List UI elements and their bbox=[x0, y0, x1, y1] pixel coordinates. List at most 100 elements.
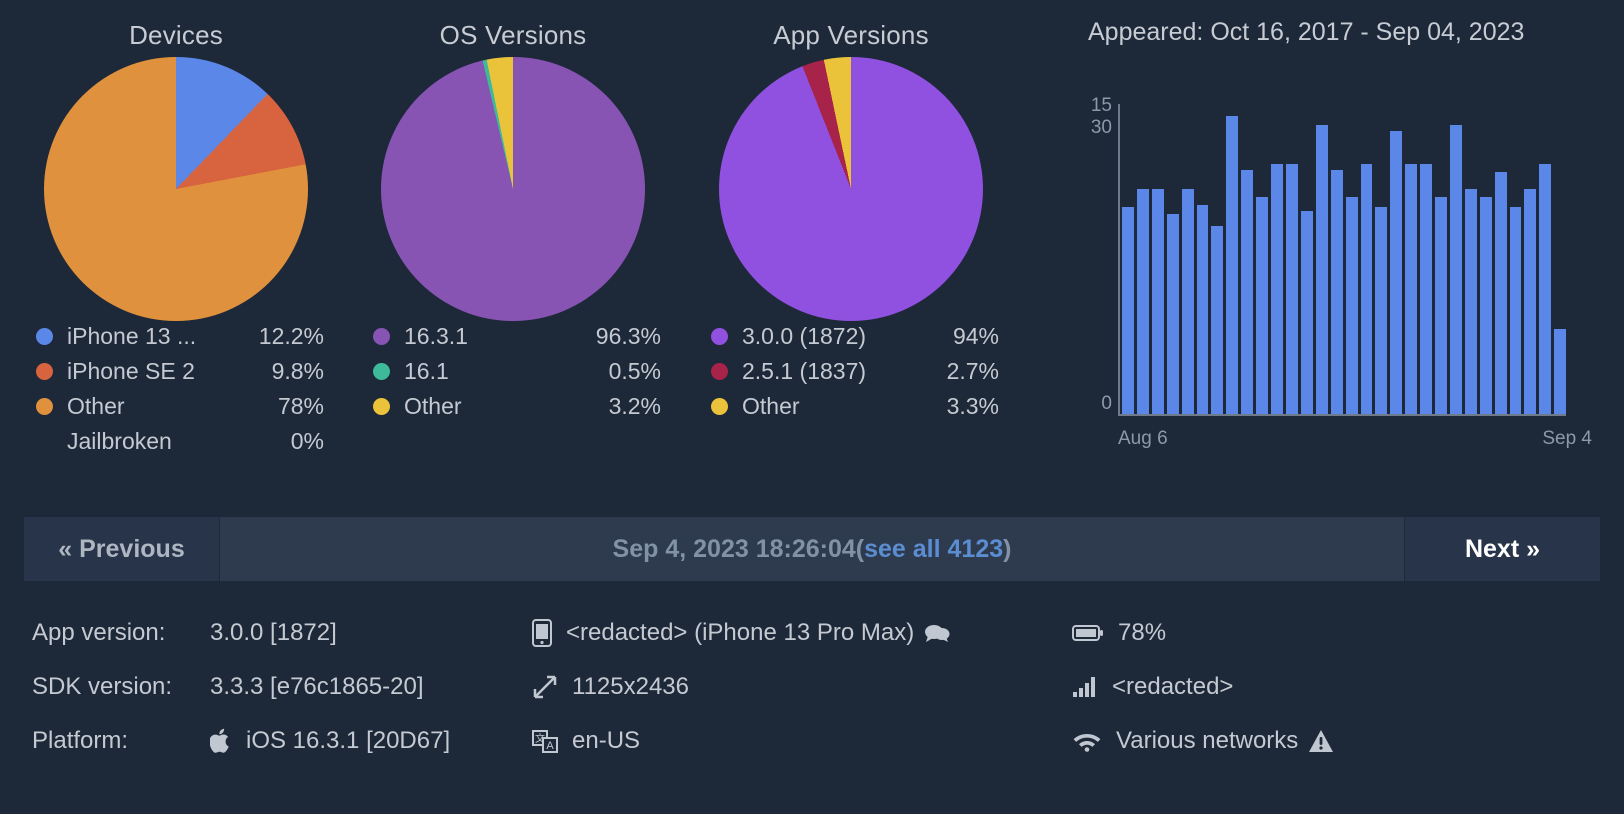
x-axis-tick-end: Sep 4 bbox=[1542, 428, 1592, 449]
paren-close: ) bbox=[1003, 534, 1012, 563]
bar[interactable] bbox=[1524, 188, 1537, 414]
bar[interactable] bbox=[1345, 197, 1358, 414]
bar[interactable] bbox=[1122, 207, 1134, 414]
legend-color-dot bbox=[711, 328, 728, 345]
battery-icon bbox=[1072, 624, 1104, 642]
previous-button[interactable]: « Previous bbox=[24, 517, 220, 581]
legend-color-dot bbox=[711, 398, 728, 415]
devices-pie-wrap bbox=[6, 51, 346, 321]
bar[interactable] bbox=[1166, 213, 1179, 414]
legend-color-dot bbox=[36, 398, 53, 415]
bar[interactable] bbox=[1375, 207, 1388, 414]
app-versions-pie-chart[interactable] bbox=[719, 57, 983, 321]
bar[interactable] bbox=[1554, 329, 1567, 414]
devices-title: Devices bbox=[129, 20, 223, 50]
bar[interactable] bbox=[1315, 124, 1328, 414]
appeared-plot: 15 30 0 bbox=[1091, 96, 1567, 416]
bar[interactable] bbox=[1390, 130, 1403, 414]
carrier-value: <redacted> bbox=[1112, 673, 1234, 700]
signal-bars-icon bbox=[1072, 676, 1098, 698]
legend-row[interactable]: Other 3.2% bbox=[373, 389, 661, 424]
legend-value: 0% bbox=[290, 428, 324, 454]
sdk-version-value: 3.3.3 [e76c1865-20] bbox=[210, 673, 424, 700]
bar[interactable] bbox=[1330, 170, 1343, 414]
bar[interactable] bbox=[1479, 197, 1492, 414]
legend-label: Other bbox=[742, 393, 800, 419]
bar[interactable] bbox=[1226, 116, 1239, 414]
legend-row[interactable]: Other 3.3% bbox=[711, 389, 999, 424]
resolution-value: 1125x2436 bbox=[572, 673, 689, 700]
crash-report-dashboard: Devices iPhone 13 ... 12.2% iPhone SE 2 9.8… bbox=[0, 0, 1624, 814]
bar[interactable] bbox=[1509, 207, 1522, 414]
detail-row: SDK version: 3.3.3 [e76c1865-20] 1125x24… bbox=[32, 660, 1602, 714]
legend-value: 3.3% bbox=[946, 393, 999, 419]
legend-row[interactable]: 3.0.0 (1872) 94% bbox=[711, 319, 999, 354]
bar[interactable] bbox=[1136, 188, 1149, 414]
sdk-version-cell: SDK version: 3.3.3 [e76c1865-20] bbox=[32, 673, 532, 701]
bar[interactable] bbox=[1196, 205, 1209, 414]
legend-row[interactable]: 16.3.1 96.3% bbox=[373, 319, 661, 354]
os-versions-pie-chart[interactable] bbox=[381, 57, 645, 321]
battery-cell: 78% bbox=[1072, 619, 1602, 647]
legend-value: 0.5% bbox=[608, 358, 661, 384]
pagination-bar: « Previous Sep 4, 2023 18:26:04 (see all… bbox=[24, 517, 1600, 581]
warning-icon[interactable] bbox=[1308, 729, 1334, 753]
appeared-panel: Appeared: Oct 16, 2017 - Sep 04, 2023 15… bbox=[1040, 0, 1618, 500]
legend-label: 3.0.0 (1872) bbox=[742, 323, 867, 349]
bar[interactable] bbox=[1494, 172, 1507, 414]
pagination-timestamp: Sep 4, 2023 18:26:04 bbox=[612, 534, 856, 563]
svg-text:A: A bbox=[546, 740, 554, 752]
legend-row[interactable]: 16.1 0.5% bbox=[373, 354, 661, 389]
app-version-value: 3.0.0 [1872] bbox=[210, 619, 337, 646]
legend-value: 78% bbox=[277, 393, 324, 419]
devices-legend: iPhone 13 ... 12.2% iPhone SE 2 9.8% Other 78… bbox=[28, 319, 324, 459]
pagination-status: Sep 4, 2023 18:26:04 (see all 4123) bbox=[220, 517, 1404, 581]
network-cell: Various networks bbox=[1072, 727, 1602, 755]
legend-label: iPhone SE 2 bbox=[67, 358, 195, 384]
bar[interactable] bbox=[1360, 163, 1373, 414]
next-button[interactable]: Next » bbox=[1404, 517, 1600, 581]
bar[interactable] bbox=[1405, 163, 1418, 414]
legend-color-dot bbox=[373, 363, 390, 380]
charts-row: Devices iPhone 13 ... 12.2% iPhone SE 2 9.8… bbox=[0, 0, 1624, 500]
legend-label: 16.3.1 bbox=[404, 323, 468, 349]
bar[interactable] bbox=[1285, 163, 1298, 414]
y-axis-tick-second: 30 bbox=[1090, 117, 1112, 138]
device-details: App version: 3.0.0 [1872] <redacted> (iP… bbox=[32, 606, 1602, 768]
legend-label: iPhone 13 ... bbox=[67, 323, 197, 349]
legend-color-dot bbox=[711, 363, 728, 380]
bar[interactable] bbox=[1435, 197, 1447, 414]
bar[interactable] bbox=[1151, 188, 1164, 414]
bar[interactable] bbox=[1539, 163, 1552, 414]
bar[interactable] bbox=[1271, 163, 1283, 414]
app-versions-panel: App Versions 3.0.0 (1872) 94% 2.5.1 (1837)… bbox=[681, 0, 1021, 424]
devices-pie-chart[interactable] bbox=[44, 57, 308, 321]
legend-label: 2.5.1 (1837) bbox=[742, 358, 867, 384]
app-versions-legend: 3.0.0 (1872) 94% 2.5.1 (1837) 2.7% Other 3.3% bbox=[703, 319, 999, 424]
legend-row[interactable]: iPhone 13 ... 12.2% bbox=[36, 319, 324, 354]
apple-icon bbox=[210, 728, 232, 754]
bar[interactable] bbox=[1449, 124, 1462, 414]
bar[interactable] bbox=[1300, 211, 1313, 414]
bar[interactable] bbox=[1241, 170, 1254, 414]
legend-row[interactable]: Jailbroken 0% bbox=[36, 424, 324, 459]
legend-row[interactable]: Other 78% bbox=[36, 389, 324, 424]
legend-row[interactable]: 2.5.1 (1837) 2.7% bbox=[711, 354, 999, 389]
legend-value: 12.2% bbox=[258, 323, 324, 349]
bar[interactable] bbox=[1464, 188, 1477, 414]
os-versions-title: OS Versions bbox=[439, 20, 587, 50]
bar[interactable] bbox=[1420, 163, 1433, 414]
see-all-link[interactable]: see all 4123 bbox=[864, 535, 1003, 564]
detail-row: App version: 3.0.0 [1872] <redacted> (iP… bbox=[32, 606, 1602, 660]
legend-label: Other bbox=[67, 393, 125, 419]
bar[interactable] bbox=[1256, 197, 1269, 414]
bar[interactable] bbox=[1211, 225, 1224, 414]
legend-row[interactable]: iPhone SE 2 9.8% bbox=[36, 354, 324, 389]
platform-label: Platform: bbox=[32, 727, 129, 754]
comment-icon[interactable] bbox=[924, 623, 950, 643]
wifi-icon bbox=[1072, 730, 1102, 752]
legend-color-dot-empty bbox=[36, 433, 53, 450]
bar[interactable] bbox=[1181, 188, 1194, 414]
appeared-bars[interactable] bbox=[1122, 104, 1567, 414]
app-version-cell: App version: 3.0.0 [1872] bbox=[32, 619, 532, 647]
